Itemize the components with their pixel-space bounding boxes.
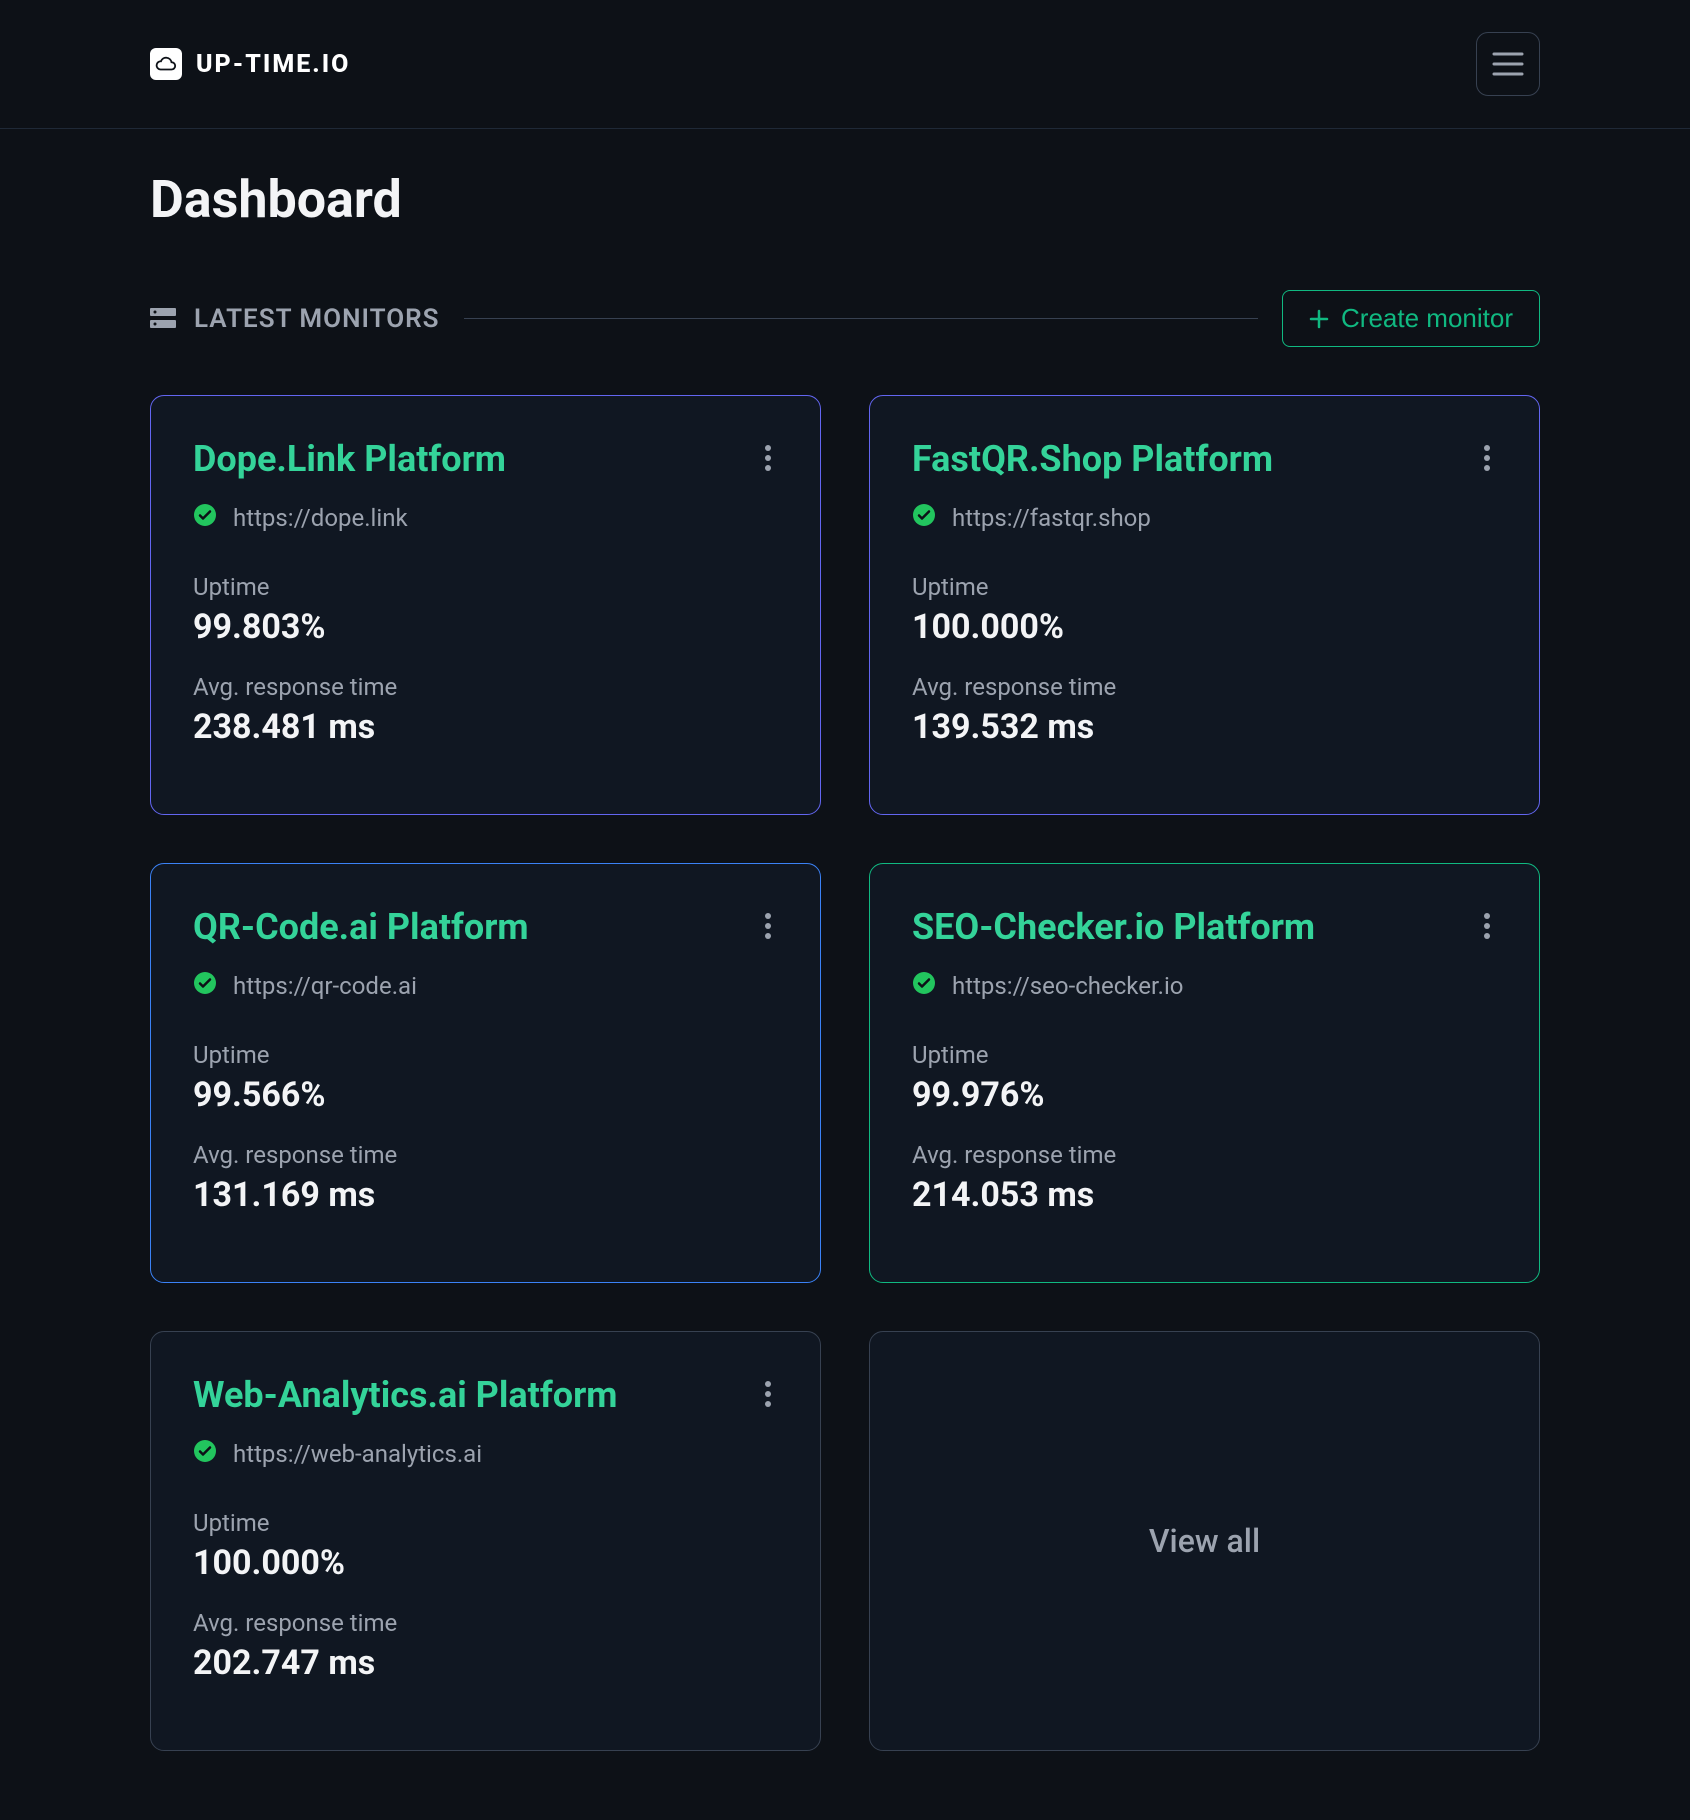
card-more-button[interactable]: [1477, 438, 1497, 481]
card-header: SEO-Checker.io Platform: [912, 906, 1497, 949]
monitor-title[interactable]: Web-Analytics.ai Platform: [193, 1374, 617, 1416]
status-ok-icon: [912, 971, 936, 1001]
create-monitor-label: Create monitor: [1341, 303, 1513, 334]
uptime-value: 99.566%: [193, 1075, 778, 1115]
response-time-value: 238.481 ms: [193, 707, 778, 747]
brand-logo[interactable]: UP-TIME.IO: [150, 48, 350, 80]
uptime-label: Uptime: [193, 1509, 778, 1537]
monitor-url-row: https://qr-code.ai: [193, 971, 778, 1001]
monitor-url-row: https://dope.link: [193, 503, 778, 533]
page-title: Dashboard: [150, 169, 1540, 230]
uptime-value: 99.976%: [912, 1075, 1497, 1115]
list-icon: [150, 308, 176, 330]
response-time-value: 214.053 ms: [912, 1175, 1497, 1215]
card-header: QR-Code.ai Platform: [193, 906, 778, 949]
response-time-value: 131.169 ms: [193, 1175, 778, 1215]
status-ok-icon: [193, 1439, 217, 1469]
monitors-grid: Dope.Link Platform https://dope.link Uptim…: [150, 395, 1540, 1751]
status-ok-icon: [193, 503, 217, 533]
response-time-label: Avg. response time: [193, 673, 778, 701]
status-ok-icon: [193, 971, 217, 1001]
uptime-label: Uptime: [912, 1041, 1497, 1069]
more-vertical-icon: [764, 1396, 772, 1411]
more-vertical-icon: [1483, 460, 1491, 475]
hamburger-icon: [1492, 51, 1524, 77]
card-header: Web-Analytics.ai Platform: [193, 1374, 778, 1417]
monitor-title[interactable]: Dope.Link Platform: [193, 438, 506, 480]
section-label: LATEST MONITORS: [150, 304, 440, 334]
view-all-card[interactable]: View all: [869, 1331, 1540, 1751]
uptime-label: Uptime: [193, 573, 778, 601]
uptime-value: 99.803%: [193, 607, 778, 647]
response-time-label: Avg. response time: [912, 673, 1497, 701]
card-header: FastQR.Shop Platform: [912, 438, 1497, 481]
page-body: Dashboard LATEST MONITORS Create monitor…: [0, 129, 1690, 1811]
monitor-card[interactable]: QR-Code.ai Platform https://qr-code.ai Upt…: [150, 863, 821, 1283]
uptime-value: 100.000%: [912, 607, 1497, 647]
response-time-label: Avg. response time: [193, 1141, 778, 1169]
monitor-url[interactable]: https://fastqr.shop: [952, 504, 1151, 532]
view-all-label: View all: [1149, 1522, 1260, 1560]
monitor-url[interactable]: https://web-analytics.ai: [233, 1440, 482, 1468]
uptime-label: Uptime: [912, 573, 1497, 601]
card-more-button[interactable]: [758, 1374, 778, 1417]
uptime-label: Uptime: [193, 1041, 778, 1069]
card-more-button[interactable]: [1477, 906, 1497, 949]
divider: [464, 318, 1259, 319]
monitor-url-row: https://web-analytics.ai: [193, 1439, 778, 1469]
response-time-value: 139.532 ms: [912, 707, 1497, 747]
section-header: LATEST MONITORS Create monitor: [150, 290, 1540, 347]
monitor-card[interactable]: SEO-Checker.io Platform https://seo-check…: [869, 863, 1540, 1283]
card-header: Dope.Link Platform: [193, 438, 778, 481]
monitor-title[interactable]: SEO-Checker.io Platform: [912, 906, 1315, 948]
app-header: UP-TIME.IO: [0, 0, 1690, 129]
monitor-card[interactable]: Dope.Link Platform https://dope.link Uptim…: [150, 395, 821, 815]
response-time-label: Avg. response time: [912, 1141, 1497, 1169]
monitor-url-row: https://seo-checker.io: [912, 971, 1497, 1001]
response-time-value: 202.747 ms: [193, 1643, 778, 1683]
card-more-button[interactable]: [758, 906, 778, 949]
monitor-url[interactable]: https://qr-code.ai: [233, 972, 417, 1000]
more-vertical-icon: [764, 928, 772, 943]
status-ok-icon: [912, 503, 936, 533]
hamburger-menu-button[interactable]: [1476, 32, 1540, 96]
cloud-icon: [150, 48, 182, 80]
response-time-label: Avg. response time: [193, 1609, 778, 1637]
monitor-title[interactable]: FastQR.Shop Platform: [912, 438, 1273, 480]
card-more-button[interactable]: [758, 438, 778, 481]
monitor-title[interactable]: QR-Code.ai Platform: [193, 906, 529, 948]
create-monitor-button[interactable]: Create monitor: [1282, 290, 1540, 347]
section-label-text: LATEST MONITORS: [194, 304, 440, 334]
monitor-url[interactable]: https://dope.link: [233, 504, 408, 532]
brand-text: UP-TIME.IO: [196, 50, 350, 79]
more-vertical-icon: [1483, 928, 1491, 943]
monitor-url-row: https://fastqr.shop: [912, 503, 1497, 533]
plus-icon: [1309, 309, 1329, 329]
more-vertical-icon: [764, 460, 772, 475]
monitor-card[interactable]: Web-Analytics.ai Platform https://web-ana…: [150, 1331, 821, 1751]
monitor-url[interactable]: https://seo-checker.io: [952, 972, 1183, 1000]
monitor-card[interactable]: FastQR.Shop Platform https://fastqr.shop U…: [869, 395, 1540, 815]
uptime-value: 100.000%: [193, 1543, 778, 1583]
